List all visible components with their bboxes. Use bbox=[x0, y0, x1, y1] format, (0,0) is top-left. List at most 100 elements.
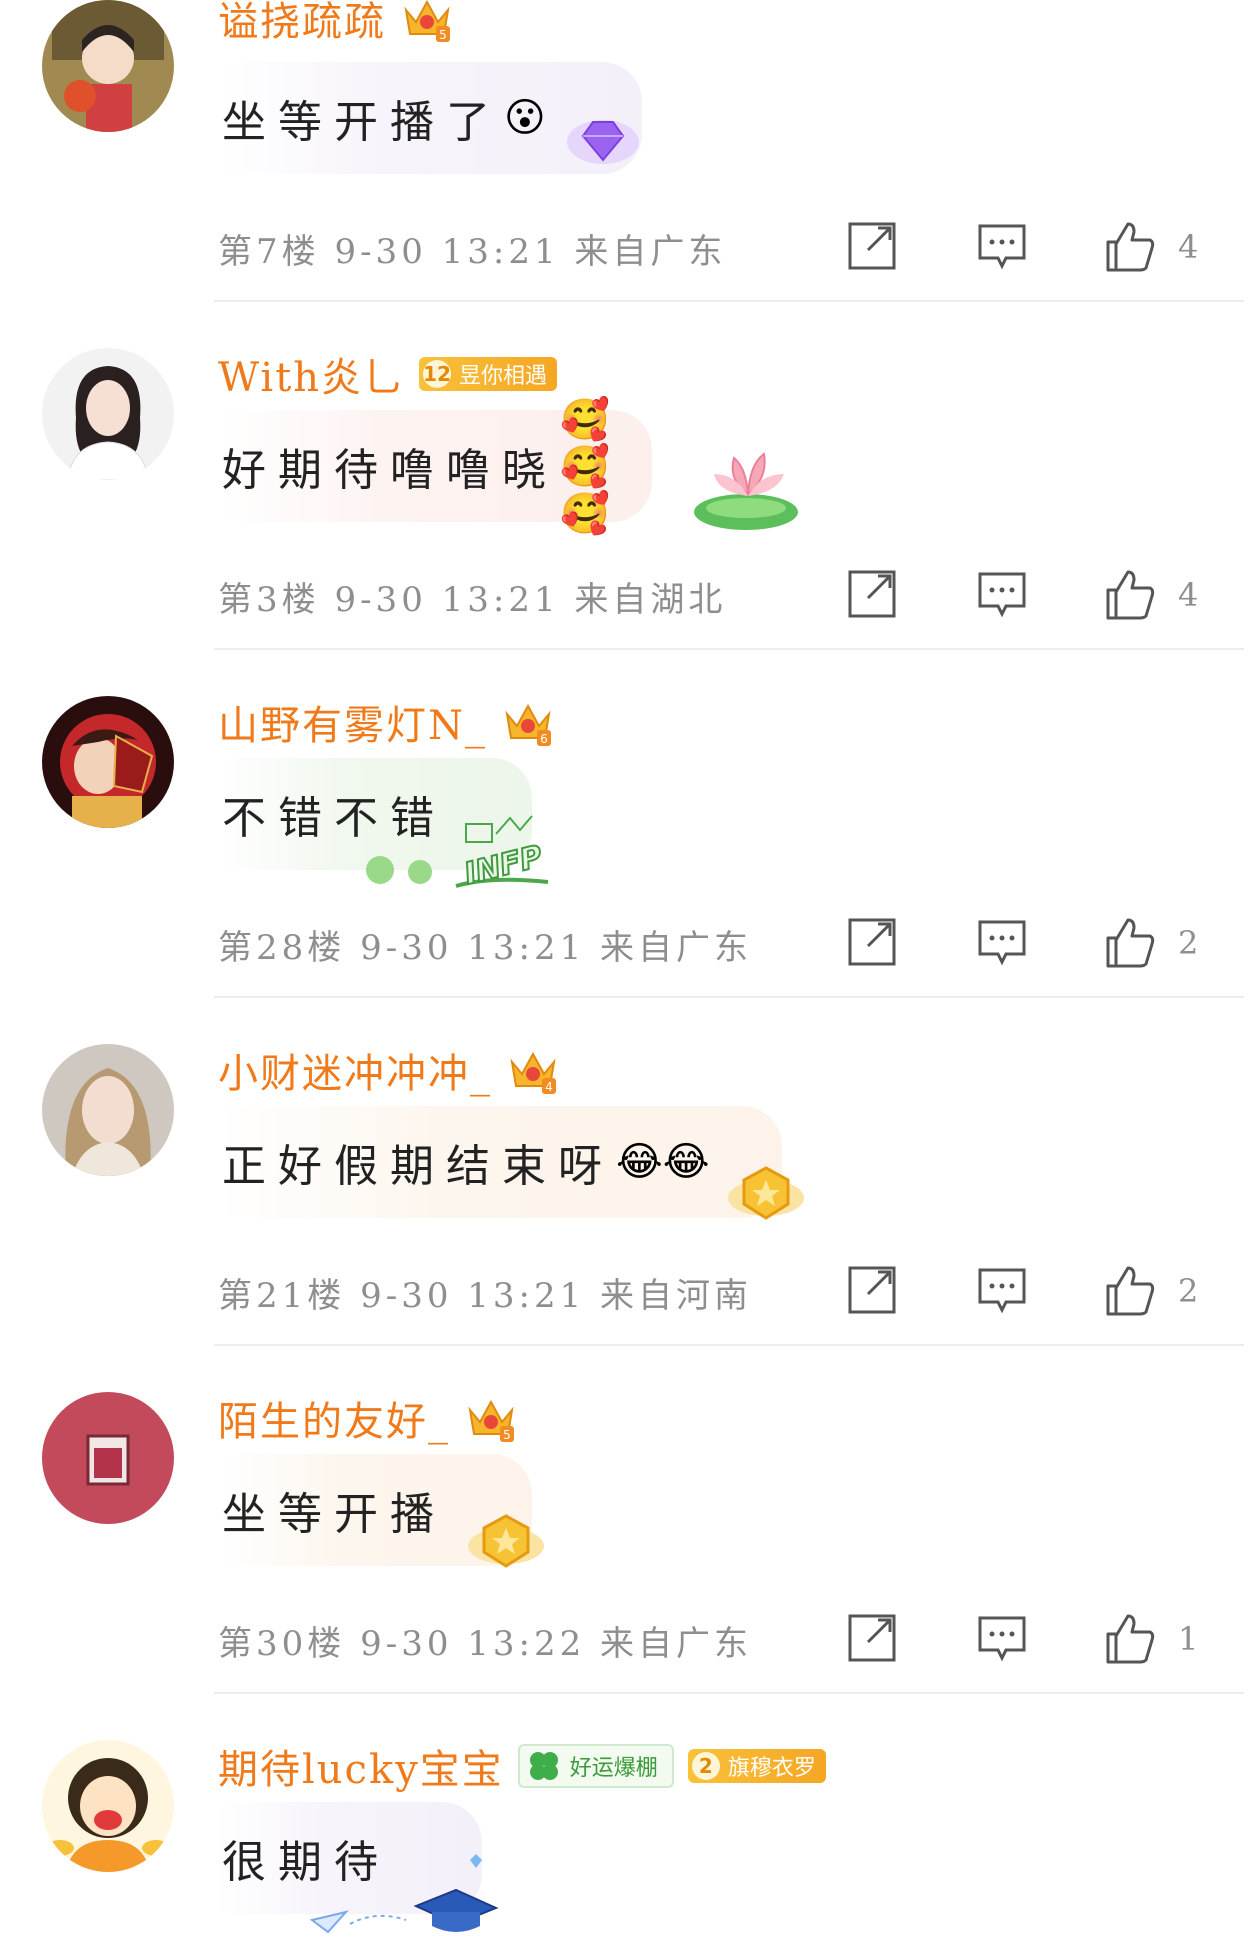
thumbs-up-icon bbox=[1106, 918, 1155, 968]
floor-time-location: 第21楼 9-30 13:21 来自河南 bbox=[218, 1276, 753, 1316]
crown-level: 5 bbox=[439, 28, 447, 42]
name-row: 期待lucky宝宝 好运爆棚 2 旗穆衣罗 bbox=[218, 1737, 826, 1795]
meta-row: 第3楼 9-30 13:21 来自湖北 4 bbox=[218, 566, 1238, 622]
like-button[interactable] bbox=[1102, 1610, 1158, 1666]
comment-bubble: 好期待噜噜晓 🥰🥰🥰 bbox=[218, 397, 652, 537]
comment-text: 坐等开播了 bbox=[222, 97, 502, 148]
comment-emoji: 😂😂 bbox=[616, 1139, 710, 1185]
lucky-badge-label: 好运爆棚 bbox=[569, 1756, 658, 1781]
comment-bubble: 正好假期结束呀 😂😂 bbox=[218, 1106, 782, 1218]
comment-item: With炎乚 12 昱你相遇 好期待噜噜晓 🥰🥰🥰 第3楼 9-30 13:21… bbox=[0, 348, 1260, 696]
diamond-decoration-icon bbox=[567, 120, 639, 164]
like-button[interactable] bbox=[1102, 218, 1158, 274]
comment-item: 陌生的友好_ 5 坐等开播 第30楼 9-30 13:22 来自广东 1 bbox=[0, 1392, 1260, 1740]
badge-level: 12 bbox=[423, 360, 452, 388]
fan-badge[interactable]: 12 昱你相遇 bbox=[419, 357, 558, 391]
share-button[interactable] bbox=[844, 566, 900, 622]
badge-label: 旗穆衣罗 bbox=[727, 1756, 816, 1781]
crown-level: 5 bbox=[503, 1428, 511, 1442]
like-button[interactable] bbox=[1102, 1262, 1158, 1318]
share-button[interactable] bbox=[844, 914, 900, 970]
share-icon bbox=[848, 1614, 896, 1662]
username[interactable]: 小财迷冲冲冲_ bbox=[218, 1041, 492, 1099]
avatar[interactable] bbox=[42, 1044, 174, 1176]
name-row: 陌生的友好_ 5 bbox=[218, 1389, 518, 1447]
badge-level: 2 bbox=[691, 1752, 720, 1780]
comment-text: 好期待噜噜晓 bbox=[222, 445, 558, 496]
like-count: 1 bbox=[1178, 1620, 1199, 1658]
gold-badge-decoration-icon bbox=[468, 1514, 544, 1568]
floor-time-location: 第28楼 9-30 13:21 来自广东 bbox=[218, 928, 753, 968]
meta-row: 第28楼 9-30 13:21 来自广东 2 bbox=[218, 914, 1238, 970]
badge-label: 昱你相遇 bbox=[459, 364, 548, 389]
like-count: 2 bbox=[1178, 1272, 1199, 1310]
thumbs-up-icon bbox=[1106, 570, 1155, 620]
share-button[interactable] bbox=[844, 218, 900, 274]
avatar[interactable] bbox=[42, 0, 174, 132]
avatar[interactable] bbox=[42, 1740, 174, 1872]
username[interactable]: With炎乚 bbox=[218, 345, 405, 403]
like-count: 4 bbox=[1178, 228, 1199, 266]
like-button[interactable] bbox=[1102, 566, 1158, 622]
comment-text: 正好假期结束呀 bbox=[222, 1141, 614, 1192]
reply-icon bbox=[978, 1616, 1026, 1662]
comment-emoji: 🥰🥰🥰 bbox=[560, 396, 610, 537]
avatar[interactable] bbox=[42, 348, 174, 480]
name-row: 谥挠疏疏 5 bbox=[218, 0, 454, 47]
username[interactable]: 谥挠疏疏 bbox=[218, 0, 386, 47]
comment-item: 山野有雾灯N_ 6 不错不错 INFP 第28楼 9-30 13:21 来自广东… bbox=[0, 696, 1260, 1044]
floor-time-location: 第7楼 9-30 13:21 来自广东 bbox=[218, 232, 727, 272]
floor-time-location: 第30楼 9-30 13:22 来自广东 bbox=[218, 1624, 753, 1664]
meta-row: 第30楼 9-30 13:22 来自广东 1 bbox=[218, 1610, 1238, 1666]
avatar[interactable] bbox=[42, 696, 174, 828]
comment-item: 谥挠疏疏 5 坐等开播了 😮 第7楼 9-30 13:21 来自广东 4 bbox=[0, 0, 1260, 348]
reply-button[interactable] bbox=[974, 218, 1030, 274]
reply-icon bbox=[978, 1268, 1026, 1314]
divider bbox=[214, 300, 1244, 302]
like-button[interactable] bbox=[1102, 914, 1158, 970]
floor-time-location: 第3楼 9-30 13:21 来自湖北 bbox=[218, 580, 727, 620]
divider bbox=[214, 648, 1244, 650]
reply-button[interactable] bbox=[974, 566, 1030, 622]
like-count: 2 bbox=[1178, 924, 1199, 962]
reply-button[interactable] bbox=[974, 1262, 1030, 1318]
username[interactable]: 期待lucky宝宝 bbox=[218, 1737, 504, 1795]
infp-decoration-icon: INFP bbox=[366, 815, 549, 890]
name-row: With炎乚 12 昱你相遇 bbox=[218, 345, 558, 403]
graduation-cap-decoration-icon bbox=[309, 1854, 499, 1934]
fan-badge[interactable]: 2 旗穆衣罗 bbox=[687, 1749, 826, 1783]
clover-icon bbox=[529, 1752, 558, 1780]
share-icon bbox=[848, 918, 896, 966]
crown-level: 6 bbox=[540, 732, 548, 746]
lotus-decoration-icon bbox=[694, 452, 798, 530]
comment-text: 坐等开播 bbox=[222, 1489, 446, 1540]
comment-emoji: 😮 bbox=[504, 95, 546, 141]
like-count: 4 bbox=[1178, 576, 1199, 614]
share-icon bbox=[848, 1266, 896, 1314]
comment-item: 小财迷冲冲冲_ 4 正好假期结束呀 😂😂 第21楼 9-30 13:21 来自河… bbox=[0, 1044, 1260, 1392]
crown-icon: 6 bbox=[505, 703, 551, 746]
divider bbox=[214, 1692, 1244, 1694]
reply-icon bbox=[978, 920, 1026, 966]
reply-icon bbox=[978, 224, 1026, 270]
share-button[interactable] bbox=[844, 1262, 900, 1318]
divider bbox=[214, 996, 1244, 998]
crown-level: 4 bbox=[545, 1080, 553, 1094]
meta-row: 第7楼 9-30 13:21 来自广东 4 bbox=[218, 218, 1238, 274]
avatar[interactable] bbox=[42, 1392, 174, 1524]
thumbs-up-icon bbox=[1106, 222, 1155, 272]
reply-button[interactable] bbox=[974, 1610, 1030, 1666]
share-icon bbox=[848, 570, 896, 618]
username[interactable]: 山野有雾灯N_ bbox=[218, 693, 487, 751]
comment-item: 期待lucky宝宝 好运爆棚 2 旗穆衣罗 很期待 bbox=[0, 1740, 1260, 1946]
username[interactable]: 陌生的友好_ bbox=[218, 1389, 450, 1447]
reply-icon bbox=[978, 572, 1026, 618]
thumbs-up-icon bbox=[1106, 1614, 1155, 1664]
crown-icon: 5 bbox=[404, 0, 450, 42]
gold-badge-decoration-icon bbox=[728, 1166, 804, 1220]
share-button[interactable] bbox=[844, 1610, 900, 1666]
name-row: 山野有雾灯N_ 6 bbox=[218, 693, 555, 751]
lucky-badge[interactable]: 好运爆棚 bbox=[517, 1744, 674, 1788]
reply-button[interactable] bbox=[974, 914, 1030, 970]
crown-icon: 4 bbox=[510, 1051, 556, 1094]
